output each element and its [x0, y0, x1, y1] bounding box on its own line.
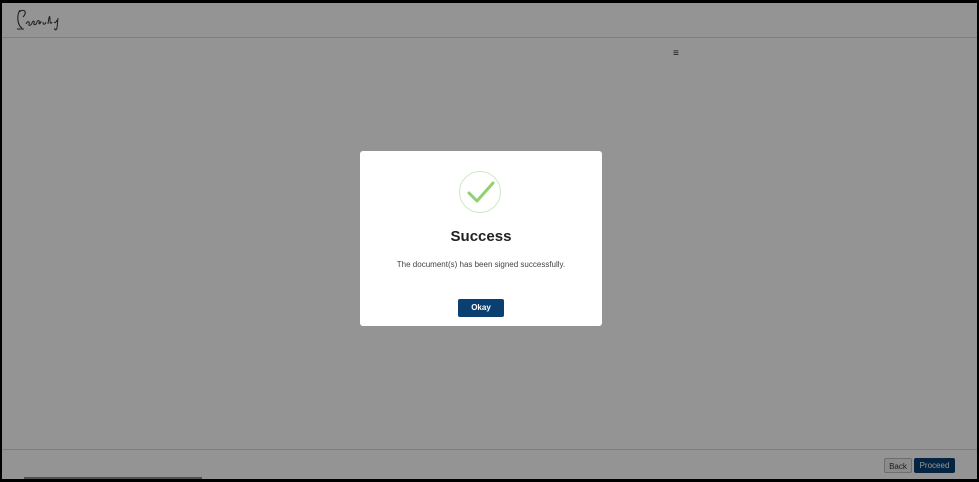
success-dialog: Success The document(s) has been signed …	[360, 151, 602, 326]
success-check-icon	[459, 171, 501, 213]
dialog-message: The document(s) has been signed successf…	[396, 260, 566, 269]
okay-button[interactable]: Okay	[458, 299, 504, 317]
app-frame: ≡ Back Proceed Success The document(s) h…	[2, 3, 977, 479]
check-icon	[467, 181, 495, 203]
dialog-title: Success	[450, 228, 512, 245]
